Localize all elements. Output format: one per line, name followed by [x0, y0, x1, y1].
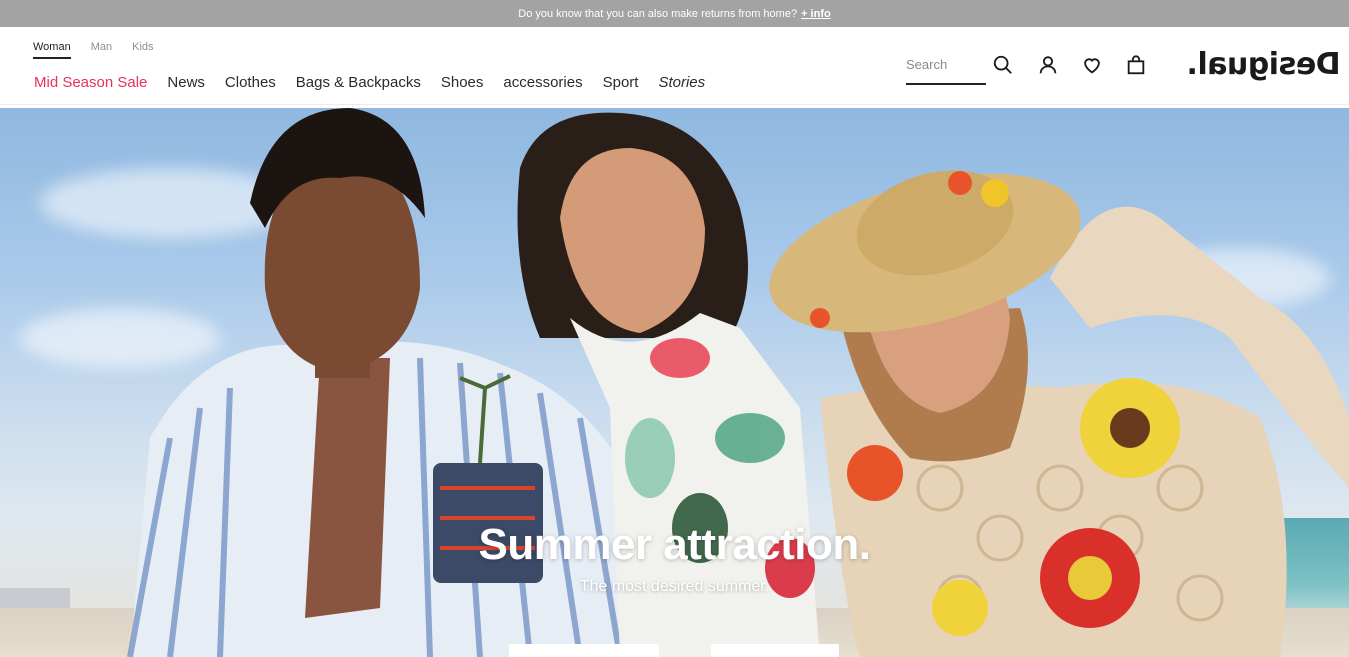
heart-icon[interactable]	[1080, 53, 1104, 77]
main-navigation: Mid Season Sale News Clothes Bags & Back…	[34, 74, 725, 91]
nav-item-sport[interactable]: Sport	[603, 74, 639, 91]
search-icon[interactable]	[991, 53, 1015, 77]
nav-item-stories[interactable]: Stories	[658, 74, 705, 91]
search-input[interactable]	[906, 52, 986, 77]
tab-woman[interactable]: Woman	[33, 41, 71, 59]
announcement-info-link[interactable]: + info	[801, 8, 831, 20]
announcement-bar: Do you know that you can also make retur…	[0, 0, 1349, 27]
hero-cta-button-right[interactable]	[711, 644, 839, 657]
tab-kids[interactable]: Kids	[132, 41, 153, 59]
nav-item-news[interactable]: News	[167, 74, 205, 91]
hero-title: Summer attraction.	[478, 520, 871, 569]
announcement-text: Do you know that you can also make retur…	[518, 7, 798, 20]
nav-item-mid-season-sale[interactable]: Mid Season Sale	[34, 74, 147, 91]
brand-logo[interactable]: Desigual.	[1187, 47, 1341, 82]
shopping-bag-icon[interactable]	[1124, 53, 1148, 77]
nav-item-bags-backpacks[interactable]: Bags & Backpacks	[296, 74, 421, 91]
segment-tabs: Woman Man Kids	[33, 41, 154, 59]
hero-subtitle: The most desired summer.	[579, 578, 770, 595]
user-icon[interactable]	[1036, 53, 1060, 77]
nav-item-shoes[interactable]: Shoes	[441, 74, 484, 91]
nav-item-clothes[interactable]: Clothes	[225, 74, 276, 91]
hero-cta-button-left[interactable]	[509, 644, 659, 657]
tab-man[interactable]: Man	[91, 41, 112, 59]
hero-banner[interactable]: Summer attraction. The most desired summ…	[0, 108, 1349, 657]
search-field	[906, 52, 986, 85]
site-header: Woman Man Kids Mid Season Sale News Clot…	[0, 27, 1349, 105]
nav-item-accessories[interactable]: accessories	[503, 74, 582, 91]
